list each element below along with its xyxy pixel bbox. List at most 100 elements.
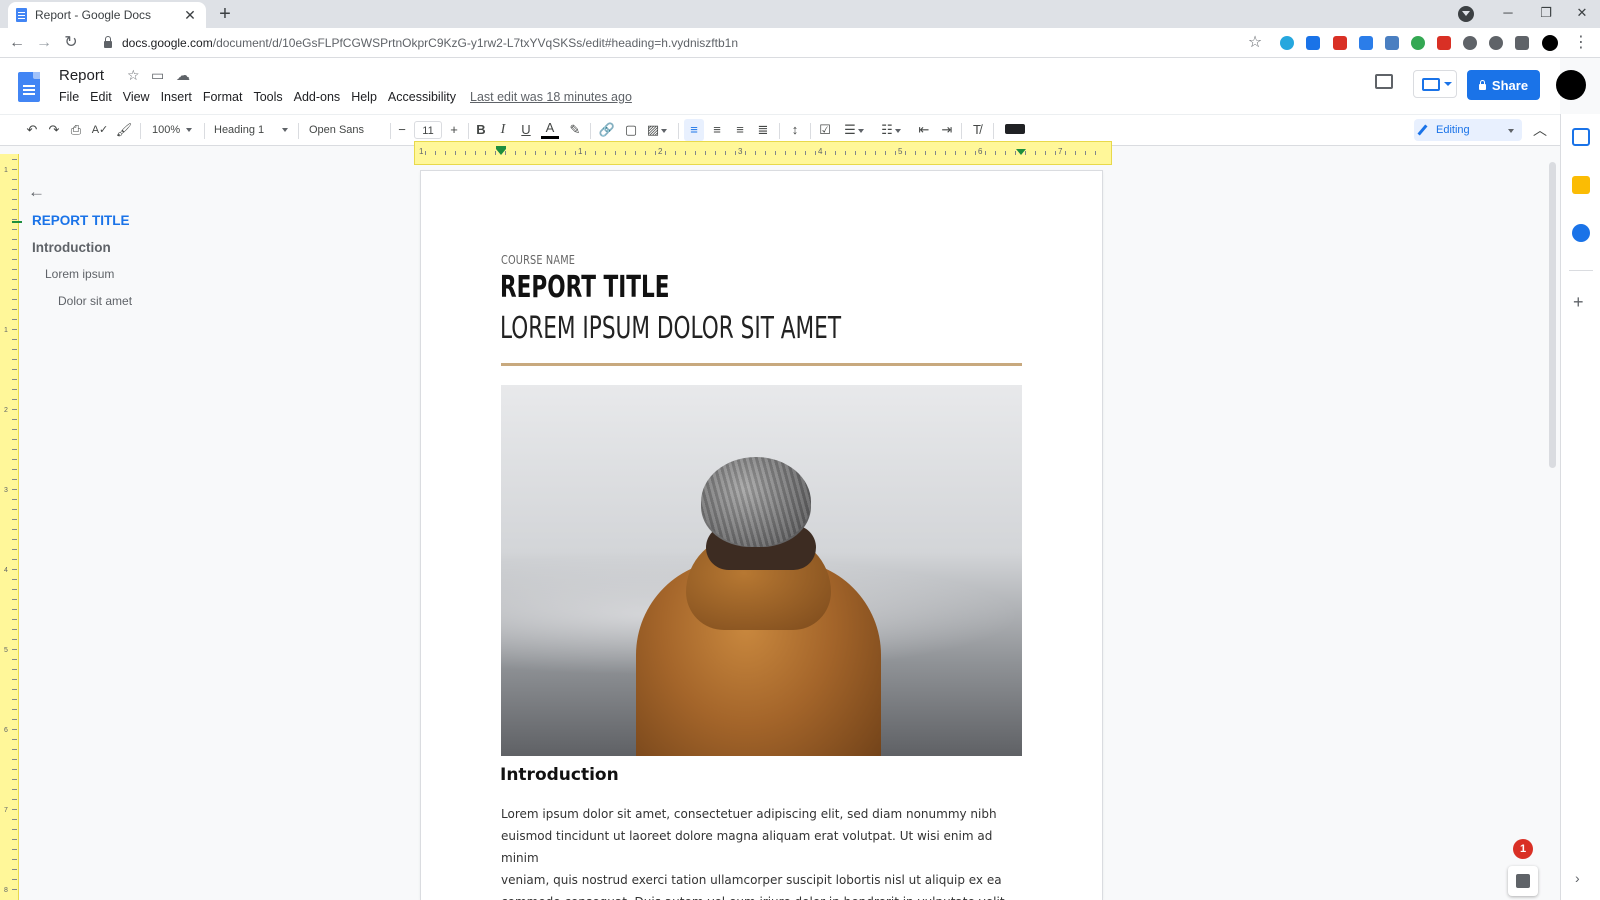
align-left-icon[interactable]: ≡ <box>684 119 704 141</box>
scrollbar-thumb[interactable] <box>1549 162 1556 468</box>
body-paragraph[interactable]: Lorem ipsum dolor sit amet, consectetuer… <box>501 803 1006 900</box>
browser-menu-icon[interactable]: ⋮ <box>1570 32 1592 54</box>
extension-shield-icon[interactable] <box>1437 36 1451 50</box>
decrease-font-size-icon[interactable]: − <box>394 119 410 141</box>
input-tools-keyboard-icon[interactable] <box>1005 124 1025 134</box>
extension-grammar-icon[interactable] <box>1280 36 1294 50</box>
address-bar[interactable]: docs.google.com/document/d/10eGsFLPfCGWS… <box>92 31 1262 55</box>
hide-menus-chevron-up-icon[interactable]: ︿ <box>1530 119 1550 141</box>
tasks-icon[interactable] <box>1572 224 1590 242</box>
extension-beta-icon[interactable] <box>1411 36 1425 50</box>
section-heading-introduction[interactable]: Introduction <box>500 765 619 785</box>
outline-item-lorem-ipsum[interactable]: Lorem ipsum <box>45 267 114 281</box>
clear-formatting-icon[interactable]: T̸ <box>967 119 987 141</box>
add-comment-icon[interactable]: ▢ <box>621 119 641 141</box>
numbered-list-icon[interactable]: ☷ <box>877 119 905 141</box>
document-page[interactable]: COURSE NAME REPORT TITLE LOREM IPSUM DOL… <box>421 171 1102 900</box>
paint-format-icon[interactable]: 🖌 <box>114 119 134 141</box>
ruler-tick <box>725 151 726 155</box>
extension-calendar-icon[interactable] <box>1333 36 1347 50</box>
menu-view[interactable]: View <box>123 90 150 104</box>
tab-search-icon[interactable] <box>1458 6 1474 22</box>
restore-icon[interactable]: ❐ <box>1528 2 1564 24</box>
menu-edit[interactable]: Edit <box>90 90 112 104</box>
paragraph-style-select[interactable]: Heading 1 <box>214 121 292 139</box>
account-avatar[interactable] <box>1556 70 1586 100</box>
redo-icon[interactable]: ↷ <box>44 119 64 141</box>
star-icon[interactable]: ☆ <box>127 67 140 84</box>
last-edit-link[interactable]: Last edit was 18 minutes ago <box>470 90 632 104</box>
menu-add-ons[interactable]: Add-ons <box>294 90 341 104</box>
insert-link-icon[interactable]: 🔗 <box>597 119 617 141</box>
undo-icon[interactable]: ↶ <box>22 119 42 141</box>
zoom-select[interactable]: 100% <box>152 121 198 139</box>
cover-photo[interactable] <box>501 385 1022 756</box>
close-outline-arrow-icon[interactable]: ← <box>28 182 45 202</box>
chevron-right-icon[interactable]: › <box>1575 870 1580 886</box>
document-title[interactable]: Report <box>59 67 104 84</box>
editing-mode-select[interactable]: Editing <box>1414 119 1522 141</box>
report-subtitle[interactable]: LOREM IPSUM DOLOR SIT AMET <box>500 311 841 346</box>
extension-kb-icon[interactable] <box>1463 36 1477 50</box>
align-center-icon[interactable]: ≡ <box>707 119 727 141</box>
comment-history-icon[interactable] <box>1375 74 1393 89</box>
back-arrow-icon[interactable]: ← <box>6 32 28 54</box>
docs-logo-icon[interactable] <box>18 72 40 102</box>
bold-icon[interactable]: B <box>472 119 490 141</box>
font-select[interactable]: Open Sans <box>309 121 385 151</box>
keep-icon[interactable] <box>1572 176 1590 194</box>
outline-item-dolor-sit-amet[interactable]: Dolor sit amet <box>58 294 132 308</box>
spellcheck-icon[interactable]: A✓ <box>90 119 110 141</box>
close-tab-icon[interactable]: ✕ <box>182 7 198 24</box>
vertical-scrollbar[interactable] <box>1545 156 1560 900</box>
extension-bookmark-icon[interactable] <box>1385 36 1399 50</box>
align-right-icon[interactable]: ≡ <box>730 119 750 141</box>
line-spacing-icon[interactable]: ↕ <box>785 119 805 141</box>
extensions-puzzle-icon[interactable] <box>1515 36 1529 50</box>
explore-icon[interactable] <box>1508 866 1538 896</box>
add-on-plus-icon[interactable]: + <box>1573 292 1584 313</box>
bulleted-list-icon[interactable]: ☰ <box>840 119 868 141</box>
increase-font-size-icon[interactable]: + <box>446 119 462 141</box>
vertical-ruler[interactable]: 1 1 2 3 4 5 6 7 8 <box>0 154 19 900</box>
extension-link-icon[interactable] <box>1489 36 1503 50</box>
profile-avatar-icon[interactable] <box>1542 35 1558 51</box>
decrease-indent-icon[interactable]: ⇤ <box>914 119 934 141</box>
cloud-status-icon[interactable]: ☁ <box>176 67 190 84</box>
share-button[interactable]: Share <box>1467 70 1540 100</box>
extension-account-icon[interactable] <box>1306 36 1320 50</box>
justify-icon[interactable]: ≣ <box>753 119 773 141</box>
increase-indent-icon[interactable]: ⇥ <box>937 119 957 141</box>
menu-insert[interactable]: Insert <box>161 90 192 104</box>
italic-icon[interactable]: I <box>494 119 512 141</box>
browser-tab[interactable]: Report - Google Docs ✕ <box>8 2 206 28</box>
highlight-color-icon[interactable]: ✎ <box>566 119 584 141</box>
menu-tools[interactable]: Tools <box>253 90 282 104</box>
new-tab-icon[interactable]: + <box>214 4 236 24</box>
insert-image-icon[interactable]: ▨ <box>644 119 670 141</box>
move-folder-icon[interactable]: ▭ <box>151 67 164 84</box>
text-color-icon[interactable]: A <box>541 119 559 139</box>
present-button[interactable] <box>1413 70 1457 98</box>
font-size-input[interactable]: 11 <box>414 121 442 139</box>
ruler-tick <box>1035 151 1036 155</box>
print-icon[interactable]: ⎙ <box>66 119 86 141</box>
bookmark-star-icon[interactable]: ☆ <box>1244 32 1266 54</box>
menu-file[interactable]: File <box>59 90 79 104</box>
checklist-icon[interactable]: ☑ <box>815 119 835 141</box>
outline-item-introduction[interactable]: Introduction <box>32 240 111 255</box>
underline-icon[interactable]: U <box>517 119 535 141</box>
outline-item-report-title[interactable]: REPORT TITLE <box>32 213 130 228</box>
reload-icon[interactable]: ↻ <box>60 32 82 54</box>
calendar-icon[interactable] <box>1572 128 1590 146</box>
report-title[interactable]: REPORT TITLE <box>500 270 670 305</box>
horizontal-ruler[interactable]: 1 1 2 3 4 5 6 7 <box>414 141 1112 165</box>
close-window-icon[interactable]: ✕ <box>1564 2 1600 24</box>
extension-pen-icon[interactable] <box>1359 36 1373 50</box>
minimize-icon[interactable]: ─ <box>1490 2 1526 24</box>
course-name[interactable]: COURSE NAME <box>501 252 575 267</box>
menu-format[interactable]: Format <box>203 90 243 104</box>
forward-arrow-icon[interactable]: → <box>33 32 55 54</box>
menu-accessibility[interactable]: Accessibility <box>388 90 456 104</box>
menu-help[interactable]: Help <box>351 90 377 104</box>
